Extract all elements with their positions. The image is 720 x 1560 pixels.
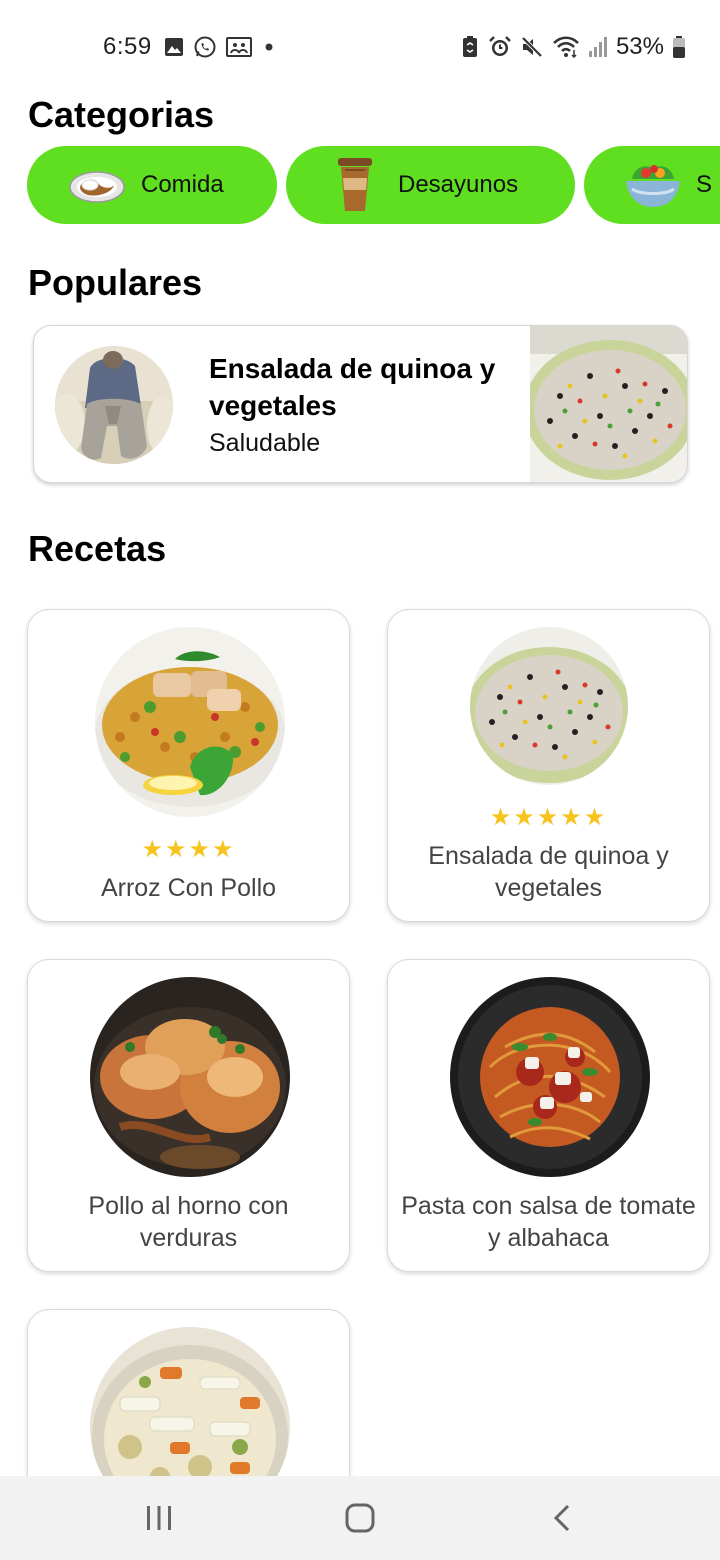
status-time: 6:59 [103,33,152,60]
recipe-name: Pasta con salsa de tomate y albahaca [401,1192,696,1252]
recipe-card-ensalada-quinoa[interactable]: ★★★★★ Ensalada de quinoa y vegetales [387,609,710,922]
recipes-title: Recetas [28,528,167,569]
recipe-image [450,977,650,1177]
recipe-name: Arroz Con Pollo [100,874,277,902]
status-left-icons [164,35,277,59]
popular-recipe-title: Ensalada de quinoa y vegetales [209,353,496,421]
mute-icon [520,35,544,59]
rice-plate-icon [68,165,126,205]
whatsapp-icon [193,35,217,59]
category-label: S [696,171,713,198]
popular-title: Populares [28,262,203,303]
recipe-card-arroz-con-pollo[interactable]: ★★★★ Arroz Con Pollo [27,609,350,922]
recipe-card-pollo-al-horno[interactable]: Pollo al horno con verduras [27,959,350,1272]
category-chip-comida[interactable]: Comida [27,146,277,224]
popular-author-avatar [55,346,173,464]
salad-bowl-icon [624,161,682,209]
coffee-cup-icon [336,156,374,214]
popular-recipe-image [524,326,687,482]
category-chip-saludable[interactable]: S [584,146,720,224]
status-bar: 6:59 53% [0,0,720,92]
recipe-rating-stars: ★★★★ [141,836,236,863]
system-nav-bar [0,1476,720,1560]
signal-icon [588,36,608,58]
popular-recipe-subtitle: Saludable [209,429,321,457]
category-chip-desayunos[interactable]: Desayunos [286,146,575,224]
battery-percent: 53% [615,33,664,60]
recipe-card-pasta-tomate[interactable]: Pasta con salsa de tomate y albahaca [387,959,710,1272]
battery-saver-icon [460,35,480,59]
home-icon[interactable] [338,1496,382,1540]
status-right-icons: 53% [460,33,686,61]
category-chips[interactable]: Comida Desayunos S [27,146,720,224]
category-label: Comida [141,171,224,198]
recipe-name: Ensalada de quinoa y vegetales [428,842,669,902]
dot-icon [261,39,277,55]
recipe-image [470,627,628,785]
recent-apps-icon[interactable] [137,1496,181,1540]
photo-frame-icon [226,37,252,57]
recipe-image [95,627,285,817]
category-label: Desayunos [398,171,519,198]
wifi-icon [552,36,580,58]
recipe-image [90,977,290,1177]
gallery-icon [164,37,184,57]
battery-icon [672,35,686,59]
recipe-rating-stars: ★★★★★ [489,804,608,831]
back-icon[interactable] [540,1496,584,1540]
recipe-name: Pollo al horno con verduras [88,1192,289,1252]
categories-title: Categorias [28,94,215,135]
alarm-icon [488,35,512,59]
popular-recipe-card[interactable]: Ensalada de quinoa y vegetales Saludable [33,325,688,483]
